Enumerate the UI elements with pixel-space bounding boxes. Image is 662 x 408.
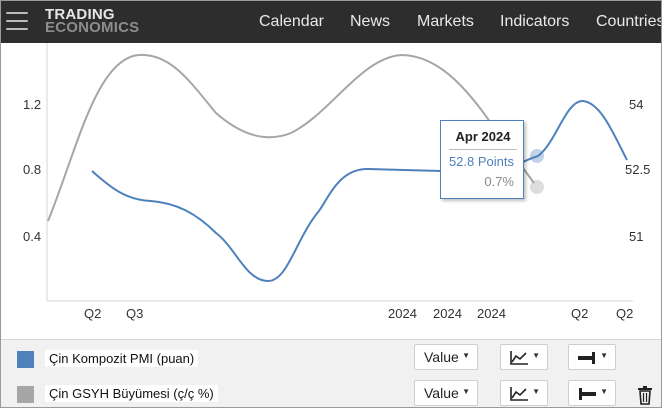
chevron-down-icon: ▼ [532, 351, 540, 360]
value-mode-dropdown[interactable]: Value ▼ [414, 380, 478, 406]
nav-news[interactable]: News [350, 13, 390, 31]
tooltip-value-gdp: 0.7% [484, 174, 514, 189]
legend-row: Çin GSYH Büyümesi (ç/ç %) Value ▼ ▼ ▼ [1, 378, 661, 407]
chart-area[interactable]: 1.2 0.8 0.4 54 52.5 51 Q2 Q3 2024 2024 2… [1, 43, 662, 339]
top-navigation-bar: TRADING ECONOMICS Calendar News Markets … [1, 1, 661, 43]
logo[interactable]: TRADING ECONOMICS [45, 7, 140, 36]
left-tick-label: 1.2 [23, 97, 41, 112]
x-tick-label: Q2 [616, 306, 633, 321]
x-tick-label: 2024 [477, 306, 506, 321]
chevron-down-icon: ▼ [600, 387, 608, 396]
menu-icon[interactable] [6, 12, 28, 32]
series-color-swatch[interactable] [17, 351, 34, 368]
series-name: Çin Kompozit PMI (puan) [45, 350, 199, 367]
series-legend: Çin Kompozit PMI (puan) Value ▼ ▼ ▼ Çin … [1, 339, 661, 407]
nav-markets[interactable]: Markets [417, 13, 474, 31]
chevron-down-icon: ▼ [600, 351, 608, 360]
right-tick-label: 52.5 [625, 162, 650, 177]
nav-calendar[interactable]: Calendar [259, 13, 324, 31]
hover-marker-pmi [530, 149, 544, 163]
series-color-swatch[interactable] [17, 386, 34, 403]
right-tick-label: 54 [629, 97, 643, 112]
left-axis-icon [579, 388, 596, 400]
value-mode-label: Value [424, 349, 459, 365]
nav-countries[interactable]: Countries [596, 13, 661, 31]
right-axis-icon [578, 352, 595, 364]
value-mode-dropdown[interactable]: Value ▼ [414, 344, 478, 370]
x-tick-label: Q2 [571, 306, 588, 321]
logo-line-2: ECONOMICS [45, 19, 140, 36]
x-tick-label: 2024 [388, 306, 417, 321]
chevron-down-icon: ▼ [532, 387, 540, 396]
left-tick-label: 0.8 [23, 162, 41, 177]
hover-marker-gdp [530, 180, 544, 194]
axis-side-dropdown[interactable]: ▼ [568, 344, 616, 370]
chevron-down-icon: ▼ [462, 387, 470, 396]
x-tick-label: 2024 [433, 306, 462, 321]
series-name: Çin GSYH Büyümesi (ç/ç %) [45, 385, 218, 402]
right-tick-label: 51 [629, 229, 643, 244]
axis-side-dropdown[interactable]: ▼ [568, 380, 616, 406]
chart-type-dropdown[interactable]: ▼ [500, 380, 548, 406]
x-tick-label: Q2 [84, 306, 101, 321]
series-line-pmi[interactable] [91, 99, 628, 283]
trash-icon[interactable] [637, 385, 653, 405]
left-tick-label: 0.4 [23, 229, 41, 244]
chart-type-dropdown[interactable]: ▼ [500, 344, 548, 370]
tooltip-divider [449, 149, 517, 150]
value-mode-label: Value [424, 385, 459, 401]
chart-widget: TRADING ECONOMICS Calendar News Markets … [0, 0, 662, 408]
x-tick-label: Q3 [126, 306, 143, 321]
data-tooltip: Apr 2024 52.8 Points 0.7% [440, 120, 524, 199]
legend-row: Çin Kompozit PMI (puan) Value ▼ ▼ ▼ [1, 342, 661, 376]
nav-indicators[interactable]: Indicators [500, 13, 569, 31]
tooltip-date: Apr 2024 [455, 129, 511, 144]
chevron-down-icon: ▼ [462, 351, 470, 360]
tooltip-value-pmi: 52.8 Points [448, 154, 514, 169]
line-chart-icon [510, 351, 528, 365]
line-chart-icon [510, 387, 528, 401]
